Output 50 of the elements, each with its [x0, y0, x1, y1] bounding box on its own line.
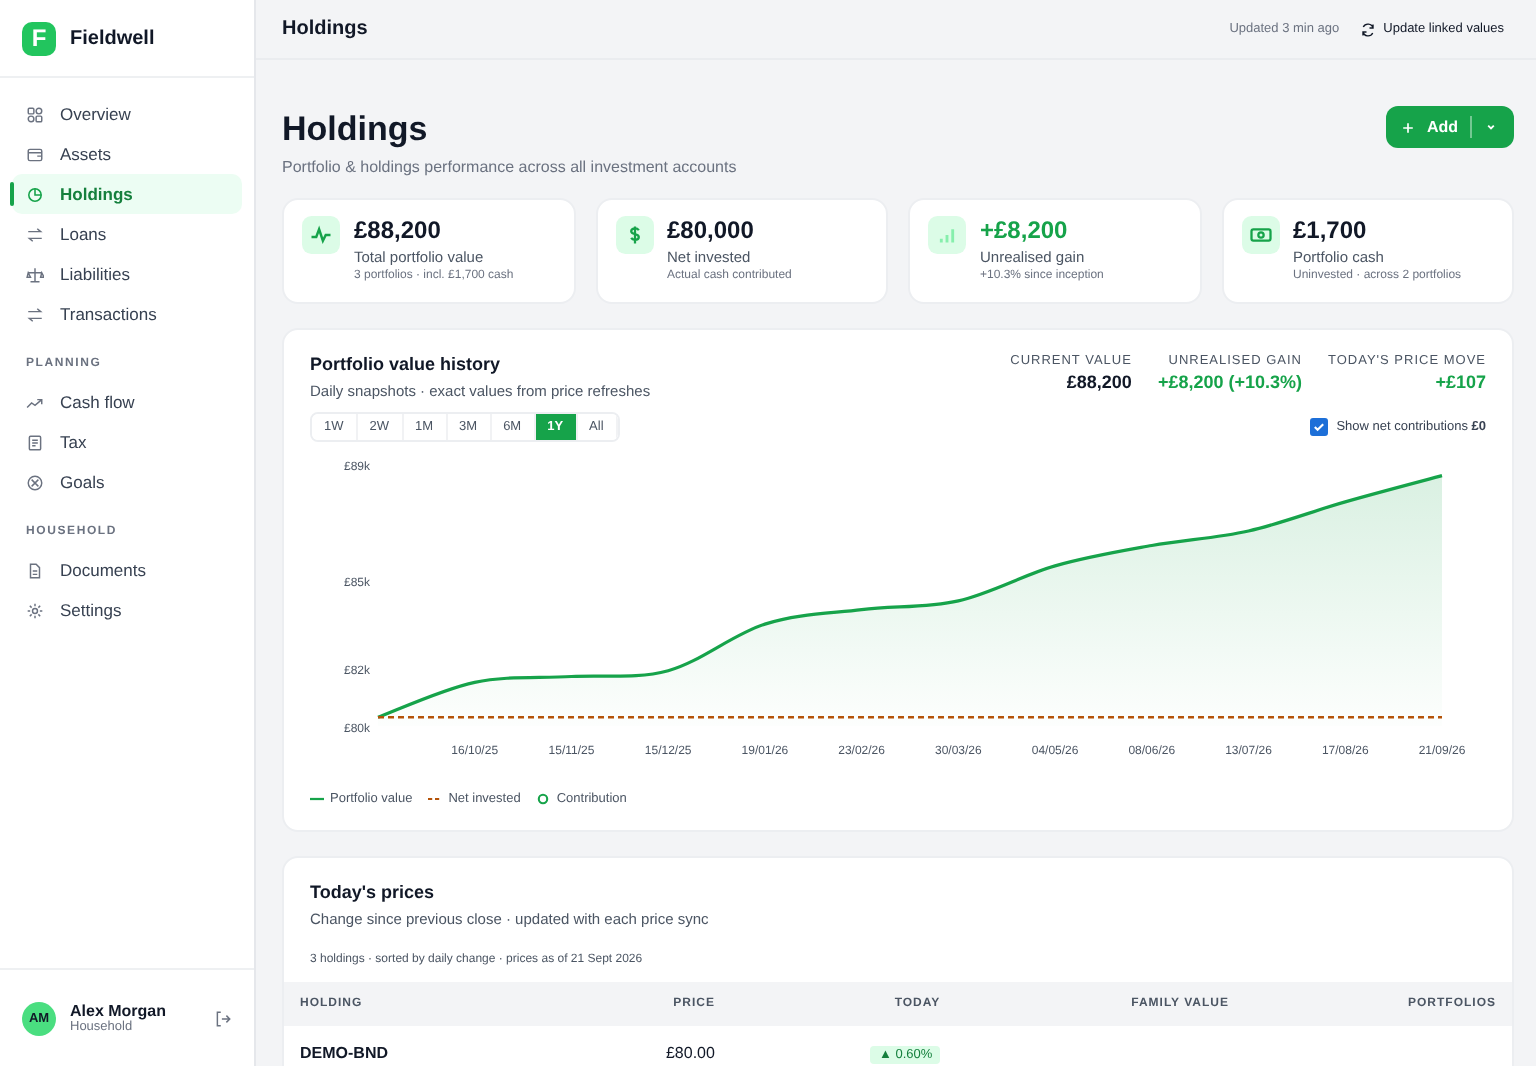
- sidebar-item[interactable]: Holdings: [12, 174, 242, 214]
- user-name: Alex Morgan: [70, 1002, 169, 1020]
- stat-value: £1,700: [1293, 216, 1369, 244]
- swap-icon: [26, 225, 44, 243]
- doc-icon: [26, 561, 44, 579]
- pie-icon: [26, 185, 44, 203]
- sidebar-item[interactable]: Loans: [12, 214, 242, 254]
- cash-icon: [1241, 216, 1279, 254]
- caret-icon[interactable]: [1484, 120, 1498, 134]
- stat-value: +£8,200: [980, 216, 1070, 244]
- legend-marker-icon: [536, 792, 551, 806]
- plus-icon: [1402, 121, 1415, 133]
- brand-name: Fieldwell: [70, 27, 155, 49]
- stat-value: £88,200: [354, 216, 443, 244]
- wallet-icon: [26, 145, 44, 163]
- sidebar-item[interactable]: Settings: [12, 590, 242, 630]
- sidebar-item[interactable]: Cash flow: [12, 382, 242, 422]
- card-title: Portfolio value history: [310, 354, 503, 374]
- legend-line-icon: [428, 792, 443, 806]
- legend-line-icon: [310, 792, 324, 806]
- sidebar-item[interactable]: Tax: [12, 422, 242, 462]
- trend-icon: [26, 393, 44, 411]
- stat-value: £80,000: [667, 216, 756, 244]
- receipt-icon: [26, 433, 44, 451]
- pulse-icon: [302, 216, 340, 254]
- page-subtitle: Portfolio & holdings performance across all investment accounts: [282, 158, 737, 176]
- summary-value: +£107: [1435, 372, 1486, 392]
- swap-icon: [26, 305, 44, 323]
- sidebar-item[interactable]: Liabilities: [12, 254, 242, 294]
- grid-icon: [26, 105, 44, 123]
- sidebar-item[interactable]: Assets: [12, 134, 242, 174]
- sidebar-item[interactable]: Documents: [12, 550, 242, 590]
- sidebar-item[interactable]: Overview: [12, 94, 242, 134]
- price-cell: £80.00: [550, 1026, 731, 1066]
- summary-value: +£8,200 (+10.3%): [1157, 372, 1302, 392]
- scale-icon: [26, 265, 44, 283]
- sidebar-item[interactable]: Goals: [12, 462, 242, 502]
- summary-value: £88,200: [1066, 372, 1132, 392]
- checkbox[interactable]: [1310, 418, 1329, 436]
- sidebar-item[interactable]: Transactions: [12, 294, 242, 334]
- card-title: Today's prices: [310, 882, 436, 902]
- refresh-icon: [1359, 21, 1376, 37]
- dollar-icon: [615, 216, 653, 254]
- top-bar-title: Holdings: [282, 18, 370, 40]
- holding-cell: DEMO-BND: [284, 1026, 551, 1066]
- logout-icon[interactable]: [214, 1009, 232, 1027]
- gear-icon: [26, 601, 44, 619]
- bars-icon: [928, 216, 966, 254]
- page-title: Holdings: [282, 110, 430, 150]
- logo-icon: F: [22, 21, 56, 55]
